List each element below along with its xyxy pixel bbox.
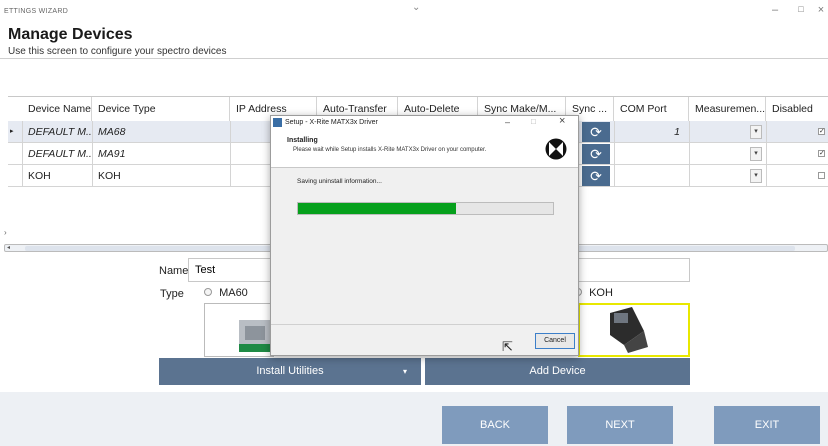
- cell-device-type: MA68: [98, 126, 126, 138]
- type-radio-koh[interactable]: KOH: [574, 287, 613, 299]
- page-subtitle: Use this screen to configure your spectr…: [8, 46, 227, 57]
- scroll-left-icon[interactable]: ◂: [7, 244, 10, 251]
- dialog-divider: [271, 324, 578, 325]
- chevron-down-icon[interactable]: ▾: [750, 147, 762, 161]
- bottom-nav-panel: [0, 392, 828, 446]
- chevron-down-icon[interactable]: ▾: [750, 125, 762, 139]
- disabled-checkbox[interactable]: ✓: [818, 150, 825, 157]
- radio-icon: [204, 288, 212, 296]
- grid-line: [230, 121, 231, 187]
- disabled-checkbox[interactable]: ✓: [818, 128, 825, 135]
- chevron-down-icon: ▾: [403, 367, 408, 376]
- disabled-checkbox[interactable]: [818, 172, 825, 179]
- column-header-device-name[interactable]: Device Name ▴: [22, 97, 92, 121]
- cell-device-name: DEFAULT M...: [28, 126, 92, 138]
- grid-line: [22, 121, 23, 187]
- name-label: Name: [159, 265, 189, 277]
- header-divider: [0, 58, 828, 59]
- device-photo: [610, 307, 648, 353]
- install-utilities-label: Install Utilities: [256, 365, 324, 377]
- chevron-down-icon[interactable]: ▾: [750, 169, 762, 183]
- sync-button[interactable]: ⟳: [582, 166, 610, 186]
- dialog-close-button[interactable]: ×: [559, 115, 565, 127]
- refresh-icon: ⟳: [590, 124, 602, 140]
- mouse-cursor-icon: ⇱: [502, 339, 513, 354]
- column-header-com-port[interactable]: COM Port: [614, 97, 689, 121]
- progress-fill: [298, 203, 457, 214]
- grid-line: [614, 121, 615, 187]
- radio-label: MA60: [219, 287, 248, 299]
- device-photo: [239, 320, 275, 352]
- window-title: ETTINGS WIZARD: [4, 8, 69, 15]
- dialog-heading: Installing: [287, 137, 318, 144]
- settings-wizard-window: ETTINGS WIZARD ⌄ – □ × Manage Devices Us…: [0, 0, 828, 446]
- cell-device-name: KOH: [28, 170, 51, 182]
- setup-dialog: Setup - X-Rite MATX3x Driver – □ × Insta…: [270, 115, 579, 356]
- xrite-logo-icon: [545, 138, 567, 160]
- row-indicator: ▸: [10, 128, 14, 135]
- radio-label: KOH: [589, 287, 613, 299]
- grid-line: [766, 121, 767, 187]
- setup-app-icon: [273, 118, 282, 127]
- column-header-disabled[interactable]: Disabled: [766, 97, 828, 121]
- exit-button[interactable]: EXIT: [714, 406, 820, 444]
- cell-com-port[interactable]: 1: [614, 121, 684, 143]
- type-radio-ma60[interactable]: MA60: [204, 287, 248, 299]
- device-image-ma60[interactable]: [204, 303, 275, 357]
- dialog-description: Please wait while Setup installs X-Rite …: [293, 147, 487, 153]
- cancel-button[interactable]: Cancel: [535, 333, 575, 349]
- device-image-koh[interactable]: [578, 303, 690, 357]
- back-button[interactable]: BACK: [442, 406, 548, 444]
- page-title: Manage Devices: [8, 26, 133, 43]
- add-device-button[interactable]: Add Device: [425, 358, 690, 385]
- type-label: Type: [160, 288, 184, 300]
- next-button[interactable]: NEXT: [567, 406, 673, 444]
- cell-device-type: KOH: [98, 170, 121, 182]
- column-header-measurement[interactable]: Measuremen...: [689, 97, 766, 121]
- maximize-button[interactable]: □: [794, 4, 808, 14]
- sync-button[interactable]: ⟳: [582, 122, 610, 142]
- close-button[interactable]: ×: [814, 4, 828, 16]
- cell-device-type: MA91: [98, 148, 126, 160]
- dialog-maximize-button[interactable]: □: [531, 117, 536, 126]
- chevron-down-icon[interactable]: ⌄: [412, 2, 420, 13]
- cell-device-name: DEFAULT M...: [28, 148, 92, 160]
- grid-line: [689, 121, 690, 187]
- dialog-minimize-button[interactable]: –: [505, 117, 510, 127]
- install-progress-bar: [297, 202, 554, 215]
- refresh-icon: ⟳: [590, 168, 602, 184]
- grid-line: [92, 121, 93, 187]
- refresh-icon: ⟳: [590, 146, 602, 162]
- column-header-device-type[interactable]: Device Type: [92, 97, 230, 121]
- sync-button[interactable]: ⟳: [582, 144, 610, 164]
- install-status-text: Saving uninstall information...: [297, 178, 382, 185]
- chevron-right-icon: ›: [4, 228, 7, 237]
- install-utilities-button[interactable]: Install Utilities ▾: [159, 358, 421, 385]
- minimize-button[interactable]: –: [768, 4, 782, 16]
